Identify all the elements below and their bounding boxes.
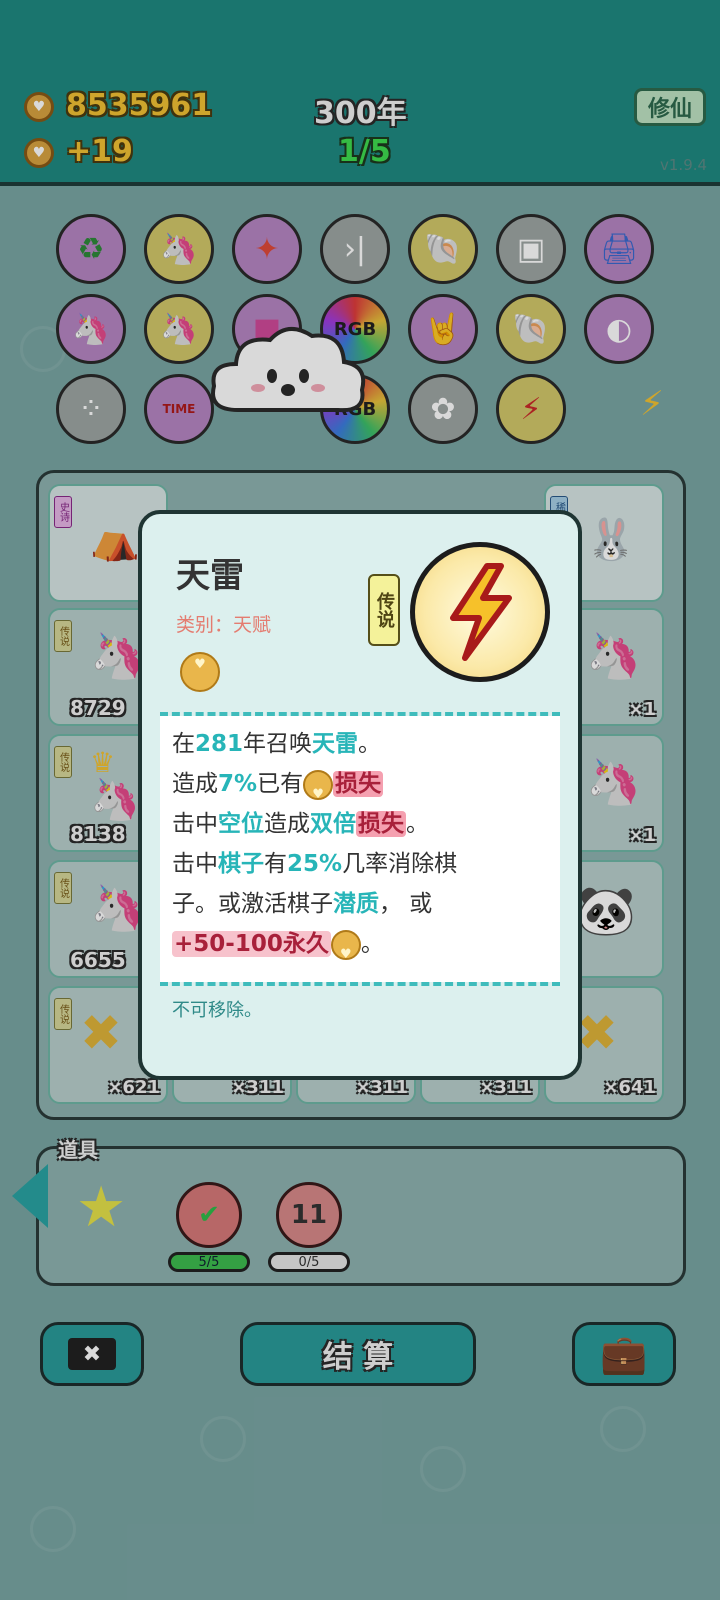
description-text: 在281年召唤天雷。 造成7%已有损失 击中空位造成双倍损失。 击中棋子有25%… [172, 724, 556, 975]
footnote: 不可移除。 [172, 1000, 262, 1021]
popup-category: 类别：天赋 [176, 614, 272, 636]
lightning-icon [410, 542, 550, 682]
coin-icon [303, 769, 334, 815]
popup-title: 天雷 [176, 556, 244, 596]
rarity-tag: 传说 [368, 574, 400, 646]
coin-icon [330, 929, 361, 975]
coin-icon [180, 652, 220, 692]
divider [160, 982, 560, 986]
